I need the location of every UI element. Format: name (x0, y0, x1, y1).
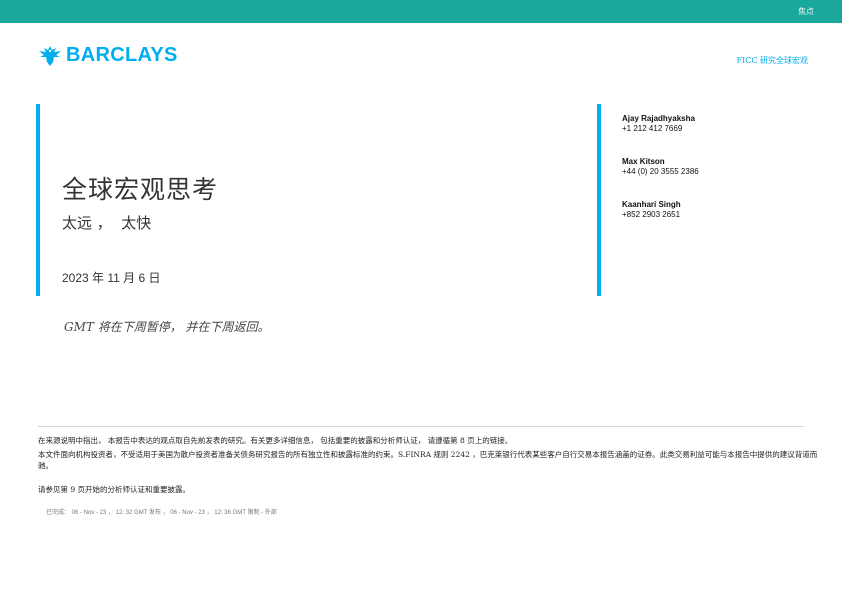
top-banner: 焦点 (0, 0, 842, 23)
barclays-logo: BARCLAYS (38, 44, 178, 67)
analyst-name: Max Kitson (622, 157, 665, 166)
logo-wordmark: BARCLAYS (66, 44, 178, 66)
report-subtitle: 太远 ， 太快 (62, 214, 152, 232)
report-cover-page: 焦点 BARCLAYS FICC 研究全球宏观 全球宏观思考 太远 ， 太快 2… (0, 0, 842, 595)
analyst-name: Ajay Rajadhyaksha (622, 114, 695, 123)
completion-timestamp: 已完成： 06 - Nov - 23 ， 12: 32 GMT 发布 ， 06 … (46, 510, 277, 516)
analyst-phone: +44 (0) 20 3555 2386 (622, 167, 699, 176)
left-accent-bar (36, 104, 40, 296)
analyst-entry: Max Kitson +44 (0) 20 3555 2386 (622, 157, 822, 177)
report-date: 2023 年 11 月 6 日 (62, 271, 161, 285)
disclaimer-institutional: 本文件面向机构投资者，不受适用于美国为散户投资者准备关债务研究报告的所有独立性和… (38, 450, 818, 470)
right-accent-bar (597, 104, 601, 296)
disclaimer-certification: 请参见第 9 页开始的分析师认证和重要披露。 (38, 485, 191, 494)
analyst-entry: Kaanhari Singh +852 2903 2651 (622, 200, 822, 220)
analyst-phone: +852 2903 2651 (622, 210, 681, 219)
analyst-name: Kaanhari Singh (622, 200, 681, 209)
disclaimer-source-note: 在来源说明中指出， 本报告中表达的观点取自先前发表的研究。有关更多详细信息， 包… (38, 436, 513, 445)
department-label: FICC 研究全球宏观 (736, 56, 809, 65)
analyst-phone: +1 212 412 7669 (622, 124, 683, 133)
analyst-contacts: Ajay Rajadhyaksha +1 212 412 7669 Max Ki… (622, 114, 822, 243)
publication-notice: GMT 将在下周暂停， 并在下周返回。 (64, 320, 270, 334)
banner-label: 焦点 (798, 7, 814, 16)
report-title: 全球宏观思考 (62, 175, 219, 204)
footer-divider (38, 426, 804, 427)
analyst-entry: Ajay Rajadhyaksha +1 212 412 7669 (622, 114, 822, 134)
eagle-icon (39, 45, 61, 66)
